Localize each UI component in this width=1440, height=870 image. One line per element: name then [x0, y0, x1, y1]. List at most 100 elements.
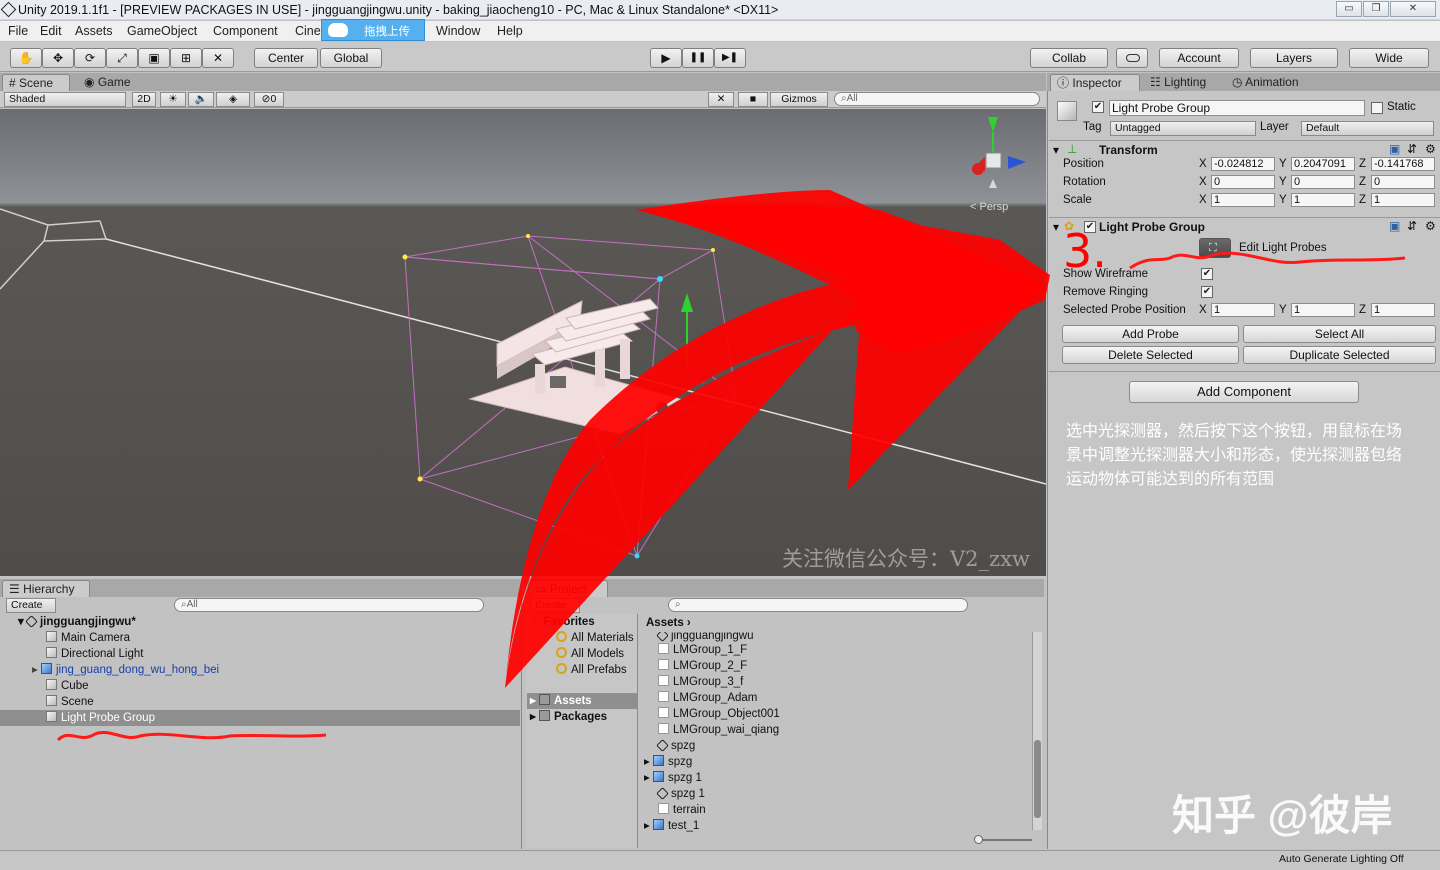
asset-item[interactable]: ▸ spzg: [644, 754, 692, 770]
rotation-y-field[interactable]: 0: [1291, 175, 1355, 189]
hierarchy-item-light-probe-group[interactable]: Light Probe Group: [46, 710, 516, 726]
hierarchy-item-cube[interactable]: Cube: [46, 678, 516, 694]
favorites-header[interactable]: ★ Favorites: [530, 614, 595, 630]
menu-component[interactable]: Component: [213, 24, 278, 38]
hierarchy-scene-root[interactable]: ▾ jingguangjingwu*: [18, 614, 518, 630]
menu-cinemachine[interactable]: Cine: [295, 24, 321, 38]
hierarchy-item-scene[interactable]: Scene: [46, 694, 516, 710]
menu-window[interactable]: Window: [436, 24, 480, 38]
asset-item[interactable]: LMGroup_Adam: [658, 690, 757, 706]
scene-search-input[interactable]: ⌕All: [834, 92, 1040, 106]
step-button[interactable]: ▶❚: [714, 48, 746, 68]
tab-scene[interactable]: # Scene: [2, 74, 70, 91]
scale-z-field[interactable]: 1: [1371, 193, 1435, 207]
duplicate-selected-button[interactable]: Duplicate Selected: [1243, 346, 1436, 364]
menu-help[interactable]: Help: [497, 24, 523, 38]
project-scrollbar[interactable]: [1032, 632, 1042, 830]
tab-inspector[interactable]: ⓘ Inspector: [1050, 74, 1140, 91]
rotation-x-field[interactable]: 0: [1211, 175, 1275, 189]
rotate-tool-button[interactable]: ⟳: [74, 48, 106, 68]
layer-dropdown[interactable]: Default: [1301, 121, 1434, 136]
static-checkbox[interactable]: [1371, 102, 1383, 114]
object-name-field[interactable]: Light Probe Group: [1109, 100, 1365, 116]
asset-item[interactable]: spzg: [656, 738, 695, 754]
mode-2d-button[interactable]: 2D: [132, 92, 156, 107]
camera-dropdown-icon[interactable]: ■: [738, 92, 768, 107]
tools-icon[interactable]: ✕: [708, 92, 734, 107]
hidden-objects-counter[interactable]: ⊘0: [254, 92, 284, 107]
collab-dropdown[interactable]: Collab: [1030, 48, 1108, 68]
project-breadcrumb[interactable]: Assets ›: [646, 615, 691, 631]
lighting-toggle-icon[interactable]: ☀: [160, 92, 186, 107]
minimize-button[interactable]: ▭: [1336, 1, 1362, 17]
asset-item[interactable]: LMGroup_1_F: [658, 642, 747, 658]
move-tool-button[interactable]: ✥: [42, 48, 74, 68]
preset-icon[interactable]: ⇵: [1407, 219, 1417, 233]
delete-selected-button[interactable]: Delete Selected: [1062, 346, 1239, 364]
asset-item[interactable]: terrain: [658, 802, 706, 818]
gear-icon[interactable]: ⚙: [1425, 219, 1436, 233]
account-dropdown[interactable]: Account: [1159, 48, 1239, 68]
tab-hierarchy[interactable]: ☰ Hierarchy: [2, 580, 90, 597]
show-wireframe-checkbox[interactable]: ✔: [1201, 268, 1213, 280]
project-search-input[interactable]: ⌕: [668, 598, 968, 612]
transform-header[interactable]: ▾ ⊥ Transform ▣ ⇵ ⚙: [1049, 140, 1440, 158]
layout-dropdown[interactable]: Wide: [1349, 48, 1429, 68]
tab-game[interactable]: ◉ Game: [78, 74, 138, 91]
rotation-z-field[interactable]: 0: [1371, 175, 1435, 189]
asset-item[interactable]: LMGroup_2_F: [658, 658, 747, 674]
gear-icon[interactable]: ⚙: [1425, 142, 1436, 156]
preset-icon[interactable]: ⇵: [1407, 142, 1417, 156]
add-component-button[interactable]: Add Component: [1129, 381, 1359, 403]
asset-item[interactable]: LMGroup_3_f: [658, 674, 743, 690]
position-y-field[interactable]: 0.2047091: [1291, 157, 1355, 171]
probe-y-field[interactable]: 1: [1291, 303, 1355, 317]
edit-light-probes-button[interactable]: ⛶: [1199, 238, 1231, 258]
asset-item[interactable]: ▸ spzg 1: [644, 770, 702, 786]
hierarchy-item-prefab[interactable]: ▸ jing_guang_dong_wu_hong_bei: [32, 662, 512, 678]
scene-gizmo[interactable]: [972, 117, 1026, 188]
scale-y-field[interactable]: 1: [1291, 193, 1355, 207]
add-probe-button[interactable]: Add Probe: [1062, 325, 1239, 343]
scale-x-field[interactable]: 1: [1211, 193, 1275, 207]
shading-dropdown[interactable]: Shaded: [4, 92, 126, 107]
active-checkbox[interactable]: ✔: [1092, 101, 1104, 113]
upload-badge[interactable]: 拖拽上传: [321, 19, 425, 41]
asset-item[interactable]: LMGroup_wai_qiang: [658, 722, 779, 738]
menu-assets[interactable]: Assets: [75, 24, 113, 38]
help-icon[interactable]: ▣: [1389, 142, 1400, 156]
hierarchy-item-directional-light[interactable]: Directional Light: [46, 646, 516, 662]
close-button[interactable]: ✕: [1390, 1, 1436, 17]
project-create-dropdown[interactable]: Create: [530, 598, 580, 613]
menu-gameobject[interactable]: GameObject: [127, 24, 197, 38]
project-root-assets[interactable]: ▸ Assets: [530, 693, 592, 709]
favorite-all-materials[interactable]: All Materials: [556, 630, 638, 646]
persp-label[interactable]: < Persp: [970, 201, 1008, 213]
hierarchy-search-input[interactable]: ⌕All: [174, 598, 484, 612]
position-z-field[interactable]: -0.141768: [1371, 157, 1435, 171]
tab-project[interactable]: ▭ Project: [528, 580, 608, 597]
favorite-all-prefabs[interactable]: All Prefabs: [556, 662, 627, 678]
cloud-button[interactable]: [1116, 48, 1148, 68]
asset-item[interactable]: LMGroup_Object001: [658, 706, 780, 722]
hand-tool-button[interactable]: ✋: [10, 48, 42, 68]
asset-item[interactable]: spzg 1: [656, 786, 705, 802]
rect-tool-button[interactable]: ▣: [138, 48, 170, 68]
layers-dropdown[interactable]: Layers: [1250, 48, 1338, 68]
audio-toggle-icon[interactable]: 🔈: [188, 92, 214, 107]
tab-animation[interactable]: ◷ Animation: [1226, 74, 1316, 91]
position-x-field[interactable]: -0.024812: [1211, 157, 1275, 171]
gizmos-dropdown[interactable]: Gizmos: [770, 92, 828, 107]
help-icon[interactable]: ▣: [1389, 219, 1400, 233]
icon-size-slider[interactable]: [974, 835, 1032, 844]
transform-tool-button[interactable]: ⊞: [170, 48, 202, 68]
hierarchy-create-dropdown[interactable]: Create: [6, 598, 56, 613]
pivot-global-button[interactable]: Global: [320, 48, 382, 68]
probe-x-field[interactable]: 1: [1211, 303, 1275, 317]
remove-ringing-checkbox[interactable]: ✔: [1201, 286, 1213, 298]
menu-edit[interactable]: Edit: [40, 24, 62, 38]
slider-handle[interactable]: [974, 835, 983, 844]
effects-dropdown-icon[interactable]: ◈: [216, 92, 250, 107]
tab-lighting[interactable]: ☷ Lighting: [1144, 74, 1224, 91]
pivot-center-button[interactable]: Center: [254, 48, 318, 68]
